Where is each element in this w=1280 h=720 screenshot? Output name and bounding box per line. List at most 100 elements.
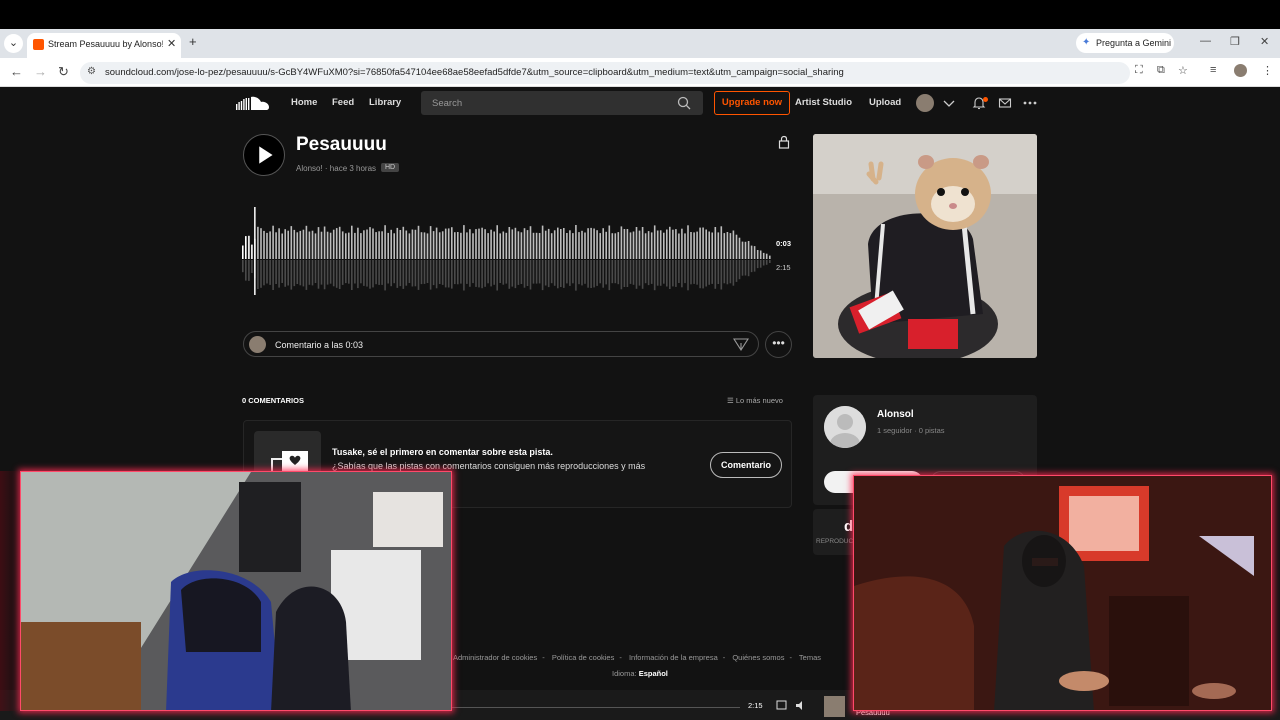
waveform-bar xyxy=(614,233,617,259)
player-artwork-thumb[interactable] xyxy=(824,696,845,717)
footer-link-company-info[interactable]: Información de la empresa xyxy=(629,653,718,662)
omnibox[interactable]: ⚙ soundcloud.com/jose-lo-pez/pesauuuu/s-… xyxy=(80,62,1130,84)
waveform-bar xyxy=(635,227,638,259)
waveform-bar xyxy=(490,229,492,259)
back-arrow-icon[interactable]: ← xyxy=(10,64,23,79)
site-info-icon[interactable]: ⚙ xyxy=(87,66,96,77)
restore-icon[interactable]: ❐ xyxy=(1230,35,1240,48)
language-value[interactable]: Español xyxy=(639,669,668,678)
waveform-bar xyxy=(759,250,762,259)
search-icon[interactable] xyxy=(677,96,691,110)
waveform-bar xyxy=(553,230,556,259)
soundcloud-logo-icon[interactable] xyxy=(236,96,270,110)
waveform-reflection-bar xyxy=(726,260,729,285)
user-avatar[interactable] xyxy=(916,94,934,112)
track-more-button[interactable]: ••• xyxy=(765,331,792,358)
waveform-reflection-bar xyxy=(341,260,344,285)
footer-link-cookie-manager[interactable]: Administrador de cookies xyxy=(453,653,537,662)
new-tab-icon[interactable]: + xyxy=(189,34,197,49)
url-text[interactable]: soundcloud.com/jose-lo-pez/pesauuuu/s-Gc… xyxy=(105,67,844,78)
bookmark-star-icon[interactable]: ☆ xyxy=(1178,64,1188,77)
waveform-reflection-bar xyxy=(684,260,686,284)
waveform-bar xyxy=(299,230,302,259)
waveform-reflection-bar xyxy=(490,260,492,287)
waveform-bar xyxy=(378,231,380,259)
waveform-reflection-bar xyxy=(717,260,720,284)
nav-home[interactable]: Home xyxy=(291,97,317,108)
waveform-reflection-bar xyxy=(647,260,650,286)
nav-feed[interactable]: Feed xyxy=(332,97,354,108)
tab-close-icon[interactable]: ✕ xyxy=(167,37,176,50)
waveform-bar xyxy=(284,229,286,259)
waveform-reflection-bar xyxy=(756,260,759,269)
waveform-reflection-bar xyxy=(248,260,250,281)
waveform-reflection-bar xyxy=(659,260,662,286)
waveform-reflection-bar xyxy=(557,260,559,289)
footer-link-cookie-policy[interactable]: Política de cookies xyxy=(552,653,615,662)
waveform-reflection-bar xyxy=(317,260,320,289)
reading-list-icon[interactable]: ≡ xyxy=(1210,64,1216,76)
waveform-bar xyxy=(375,232,377,259)
window-close-icon[interactable]: ✕ xyxy=(1260,35,1269,48)
waveform-bar xyxy=(762,252,765,259)
waveform-reflection-bar xyxy=(463,260,465,291)
waveform-bar xyxy=(245,236,247,259)
waveform-reflection-bar xyxy=(644,260,647,284)
tab-search-icon[interactable]: ⌄ xyxy=(4,34,23,53)
upgrade-now-button[interactable]: Upgrade now xyxy=(714,91,790,115)
chevron-down-icon[interactable] xyxy=(942,96,956,110)
total-time: 2:15 xyxy=(776,263,791,272)
install-app-icon[interactable]: ⧉ xyxy=(1157,64,1165,77)
track-meta[interactable]: Alonso! · hace 3 horas xyxy=(296,164,376,173)
waveform-bar xyxy=(511,229,514,259)
artist-name[interactable]: Alonsol xyxy=(877,409,914,420)
notification-dot xyxy=(983,97,988,102)
waveform-bar xyxy=(699,227,701,259)
footer-link-about[interactable]: Quiénes somos xyxy=(732,653,784,662)
waveform-reflection-bar xyxy=(696,260,698,285)
browser-tab[interactable]: Stream Pesauuuu by Alonso! | L ✕ xyxy=(27,33,181,58)
waveform-reflection-bar xyxy=(759,260,762,268)
footer-link-topics[interactable]: Temas xyxy=(799,653,821,662)
minimize-icon[interactable]: — xyxy=(1200,35,1211,47)
waveform-bar xyxy=(605,231,607,259)
more-options-icon[interactable] xyxy=(1023,96,1037,110)
nav-library[interactable]: Library xyxy=(369,97,401,108)
comment-button[interactable]: Comentario xyxy=(710,452,782,478)
artist-avatar[interactable] xyxy=(824,406,866,448)
waveform[interactable] xyxy=(242,207,772,297)
waveform-reflection-bar xyxy=(499,260,501,283)
sort-dropdown[interactable]: ☰ Lo más nuevo xyxy=(727,396,783,405)
search-input[interactable] xyxy=(421,91,671,115)
reload-icon[interactable]: ↻ xyxy=(58,64,69,80)
waveform-bar xyxy=(260,228,262,259)
waveform-reflection-bar xyxy=(466,260,468,284)
volume-icon[interactable] xyxy=(795,700,806,711)
player-progress-bar[interactable] xyxy=(440,707,740,708)
waveform-bar xyxy=(269,231,271,259)
waveform-reflection-bar xyxy=(599,260,601,284)
translate-icon[interactable]: ⛶ xyxy=(1135,64,1143,77)
profile-avatar-icon[interactable] xyxy=(1234,64,1247,77)
waveform-reflection-bar xyxy=(720,260,723,290)
artist-studio-link[interactable]: Artist Studio xyxy=(795,97,852,108)
soundcloud-header: Home Feed Library Upgrade now Artist Stu… xyxy=(0,87,1280,120)
chrome-menu-icon[interactable]: ⋮ xyxy=(1262,64,1273,77)
mail-icon[interactable] xyxy=(998,96,1012,110)
comment-input-box[interactable]: Comentario a las 0:03 xyxy=(243,331,759,357)
waveform-reflection-bar xyxy=(311,260,314,286)
empty-comments-heading: Tusake, sé el primero en comentar sobre … xyxy=(332,447,553,457)
waveform-reflection-bar xyxy=(769,260,771,263)
waveform-reflection-bar xyxy=(741,260,744,276)
play-button[interactable] xyxy=(243,134,285,176)
waveform-reflection-bar xyxy=(360,260,362,284)
waveform-bar xyxy=(569,230,571,259)
gemini-button[interactable]: ✦ Pregunta a Gemini xyxy=(1076,33,1174,53)
comment-placeholder[interactable]: Comentario a las 0:03 xyxy=(275,340,363,350)
waveform-reflection-bar xyxy=(629,260,632,284)
upload-link[interactable]: Upload xyxy=(869,97,901,108)
forward-arrow-icon[interactable]: → xyxy=(34,64,47,79)
send-icon[interactable] xyxy=(733,337,749,351)
cast-icon[interactable] xyxy=(776,700,787,711)
waveform-reflection-bar xyxy=(569,260,571,286)
